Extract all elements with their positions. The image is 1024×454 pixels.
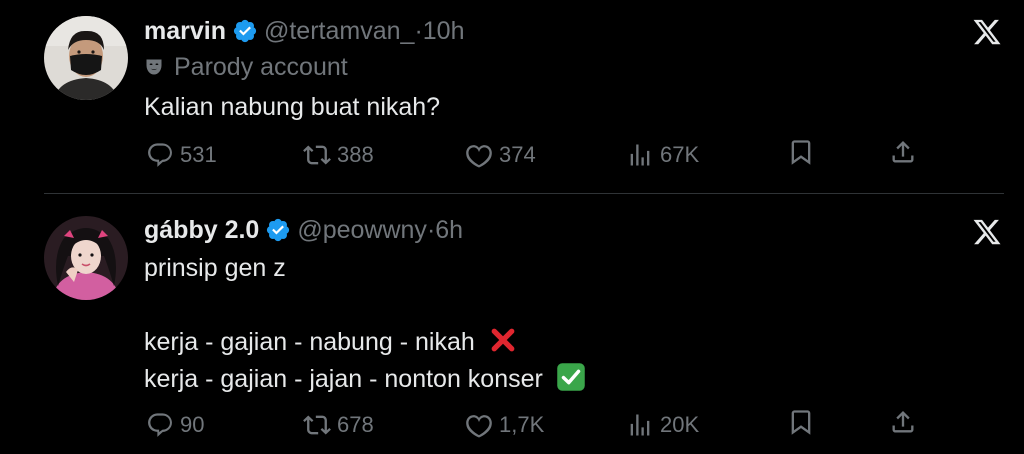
views-button[interactable]: 20K xyxy=(626,408,699,442)
x-logo-icon xyxy=(973,219,1001,245)
repost-button[interactable]: 388 xyxy=(303,138,374,172)
tweet[interactable]: marvin @tertamvan_ · 10h Parody account … xyxy=(0,0,1024,192)
share-button[interactable] xyxy=(889,138,917,166)
avatar-image xyxy=(44,16,128,100)
like-count: 1,7K xyxy=(499,412,545,437)
parody-label: Parody account xyxy=(144,50,348,84)
separator-dot: · xyxy=(414,17,423,45)
tweet-text-line-with-emoji: kerja - gajian - nabung - nikah xyxy=(144,324,518,361)
avatar-image xyxy=(44,216,128,300)
timestamp[interactable]: 10h xyxy=(423,14,465,48)
repost-icon xyxy=(303,145,331,165)
views-icon xyxy=(630,144,650,166)
tweet[interactable]: gábby 2.0 @peowwny · 6h prinsip gen z ke… xyxy=(0,196,1024,454)
author-name[interactable]: gábby 2.0 xyxy=(144,213,259,247)
author-handle[interactable]: @tertamvan_ xyxy=(264,14,414,48)
cross-mark-emoji xyxy=(491,328,515,352)
repost-count: 388 xyxy=(337,142,374,167)
tweet-actions: 531 388 374 67K xyxy=(0,138,1024,172)
like-icon xyxy=(466,415,492,438)
tweet-text-line: kerja - gajian - jajan - nonton konser xyxy=(144,365,543,393)
author-name[interactable]: marvin xyxy=(144,14,226,48)
reply-button[interactable]: 90 xyxy=(146,408,204,442)
x-logo-icon xyxy=(973,19,1001,45)
views-count: 20K xyxy=(660,412,700,437)
separator-dot: · xyxy=(426,216,436,244)
reply-icon xyxy=(148,413,172,437)
like-button[interactable]: 374 xyxy=(465,138,536,172)
share-icon xyxy=(892,411,914,433)
timestamp[interactable]: 6h xyxy=(435,213,463,247)
share-icon xyxy=(892,141,914,163)
timeline-feed: marvin @tertamvan_ · 10h Parody account … xyxy=(0,0,1024,454)
views-count: 67K xyxy=(660,142,700,167)
author-handle[interactable]: @peowwny xyxy=(297,213,427,247)
bookmark-button[interactable] xyxy=(787,138,815,166)
tweet-header: gábby 2.0 @peowwny · 6h xyxy=(144,213,463,247)
repost-button[interactable]: 678 xyxy=(303,408,374,442)
like-button[interactable]: 1,7K xyxy=(465,408,544,442)
parody-mask-icon xyxy=(146,59,162,75)
tweet-actions: 90 678 1,7K 20K xyxy=(0,408,1024,442)
reply-icon xyxy=(148,143,172,167)
tweet-text-line-with-emoji: kerja - gajian - jajan - nonton konser xyxy=(144,361,586,398)
like-icon xyxy=(466,145,492,168)
avatar[interactable] xyxy=(44,216,128,300)
views-icon xyxy=(630,414,650,436)
verified-badge-icon xyxy=(267,218,290,242)
tweet-divider xyxy=(44,193,1004,194)
tweet-text-line: kerja - gajian - nabung - nikah xyxy=(144,328,475,356)
like-count: 374 xyxy=(499,142,536,167)
views-button[interactable]: 67K xyxy=(626,138,699,172)
share-button[interactable] xyxy=(889,408,917,436)
reply-button[interactable]: 531 xyxy=(146,138,217,172)
tweet-header: marvin @tertamvan_ · 10h xyxy=(144,14,464,48)
check-mark-emoji xyxy=(557,363,585,391)
bookmark-icon xyxy=(791,410,811,435)
reply-count: 531 xyxy=(180,142,217,167)
bookmark-icon xyxy=(791,140,811,165)
repost-icon xyxy=(303,415,331,435)
reply-count: 90 xyxy=(180,412,205,437)
tweet-text-line: prinsip gen z xyxy=(144,254,286,282)
tweet-text: Kalian nabung buat nikah? xyxy=(144,93,441,121)
avatar[interactable] xyxy=(44,16,128,100)
parody-label-text: Parody account xyxy=(174,53,348,81)
verified-badge-icon xyxy=(233,19,257,43)
bookmark-button[interactable] xyxy=(787,408,815,436)
repost-count: 678 xyxy=(337,412,374,437)
